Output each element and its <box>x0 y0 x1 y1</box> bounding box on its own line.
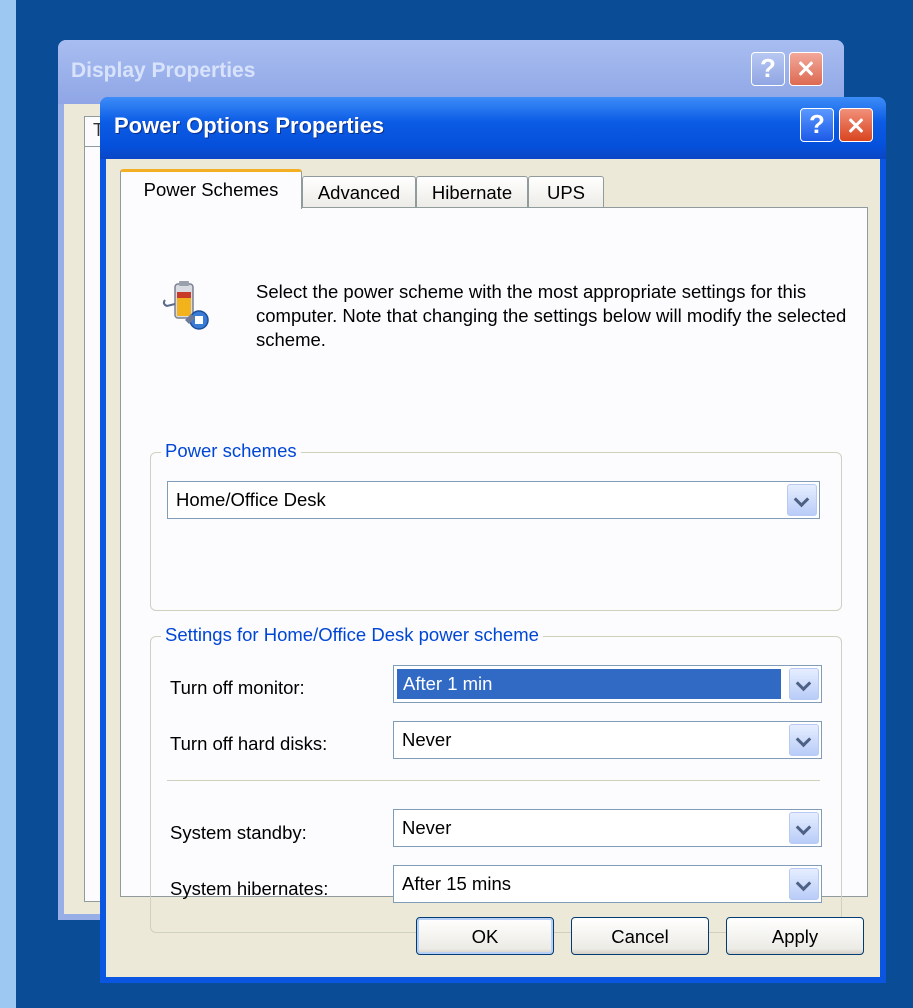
system-standby-label: System standby: <box>170 822 307 843</box>
help-icon: ? <box>760 53 776 83</box>
power-schemes-group: Power schemes Home/Office Desk <box>150 440 842 611</box>
ok-button[interactable]: OK <box>416 917 554 955</box>
display-properties-titlebar[interactable]: Display Properties ? <box>58 40 844 104</box>
cancel-button[interactable]: Cancel <box>571 917 709 955</box>
display-properties-help-button[interactable]: ? <box>751 52 785 86</box>
close-icon <box>797 67 815 70</box>
chevron-down-icon[interactable] <box>789 668 819 700</box>
turn-off-hard-disks-dropdown[interactable]: Never <box>393 721 822 759</box>
tab-hibernate[interactable]: Hibernate <box>416 176 528 208</box>
system-hibernates-label: System hibernates: <box>170 878 329 899</box>
close-button[interactable] <box>839 108 873 142</box>
turn-off-hard-disks-value: Never <box>402 729 452 750</box>
chevron-down-icon[interactable] <box>789 724 819 756</box>
system-standby-dropdown[interactable]: Never <box>393 809 822 847</box>
turn-off-monitor-label: Turn off monitor: <box>170 677 305 698</box>
help-icon: ? <box>809 109 825 139</box>
tab-label: Power Schemes <box>143 179 279 200</box>
power-options-window[interactable]: Power Options Properties ? Power Schemes… <box>100 97 886 983</box>
tab-power-schemes[interactable]: Power Schemes <box>120 169 302 209</box>
apply-button-label: Apply <box>771 926 819 947</box>
system-hibernates-value: After 15 mins <box>402 873 511 894</box>
power-scheme-description: Select the power scheme with the most ap… <box>256 281 847 350</box>
turn-off-monitor-dropdown[interactable]: After 1 min <box>393 665 822 703</box>
power-options-titlebar[interactable]: Power Options Properties ? <box>100 97 886 159</box>
scheme-settings-group: Settings for Home/Office Desk power sche… <box>150 624 842 933</box>
power-scheme-value: Home/Office Desk <box>176 489 326 510</box>
power-battery-icon <box>162 281 209 330</box>
system-standby-value: Never <box>402 817 452 838</box>
turn-off-monitor-value: After 1 min <box>397 669 781 699</box>
power-schemes-panel: Select the power scheme with the most ap… <box>120 207 868 933</box>
settings-divider <box>167 780 820 781</box>
power-schemes-legend: Power schemes <box>161 440 301 462</box>
cancel-button-label: Cancel <box>611 926 669 947</box>
chevron-down-icon[interactable] <box>789 868 819 900</box>
tab-label: Advanced <box>317 182 401 203</box>
dialog-client-area: Power Schemes Advanced Hibernate UPS Sel… <box>106 159 880 977</box>
window-title: Power Options Properties <box>114 113 385 138</box>
tab-advanced[interactable]: Advanced <box>302 176 416 208</box>
power-scheme-dropdown[interactable]: Home/Office Desk <box>167 481 820 519</box>
display-properties-title: Display Properties <box>71 59 256 82</box>
chevron-down-icon[interactable] <box>787 484 817 516</box>
close-icon <box>847 124 865 127</box>
scheme-settings-legend: Settings for Home/Office Desk power sche… <box>161 624 543 646</box>
chevron-down-icon[interactable] <box>789 812 819 844</box>
ok-button-label: OK <box>471 926 499 947</box>
help-button[interactable]: ? <box>800 108 834 142</box>
turn-off-hard-disks-label: Turn off hard disks: <box>170 733 328 754</box>
tab-label: UPS <box>546 182 586 203</box>
tab-ups[interactable]: UPS <box>528 176 604 208</box>
system-hibernates-dropdown[interactable]: After 15 mins <box>393 865 822 903</box>
display-properties-close-button[interactable] <box>789 52 823 86</box>
apply-button[interactable]: Apply <box>726 917 864 955</box>
tab-label: Hibernate <box>431 182 513 203</box>
